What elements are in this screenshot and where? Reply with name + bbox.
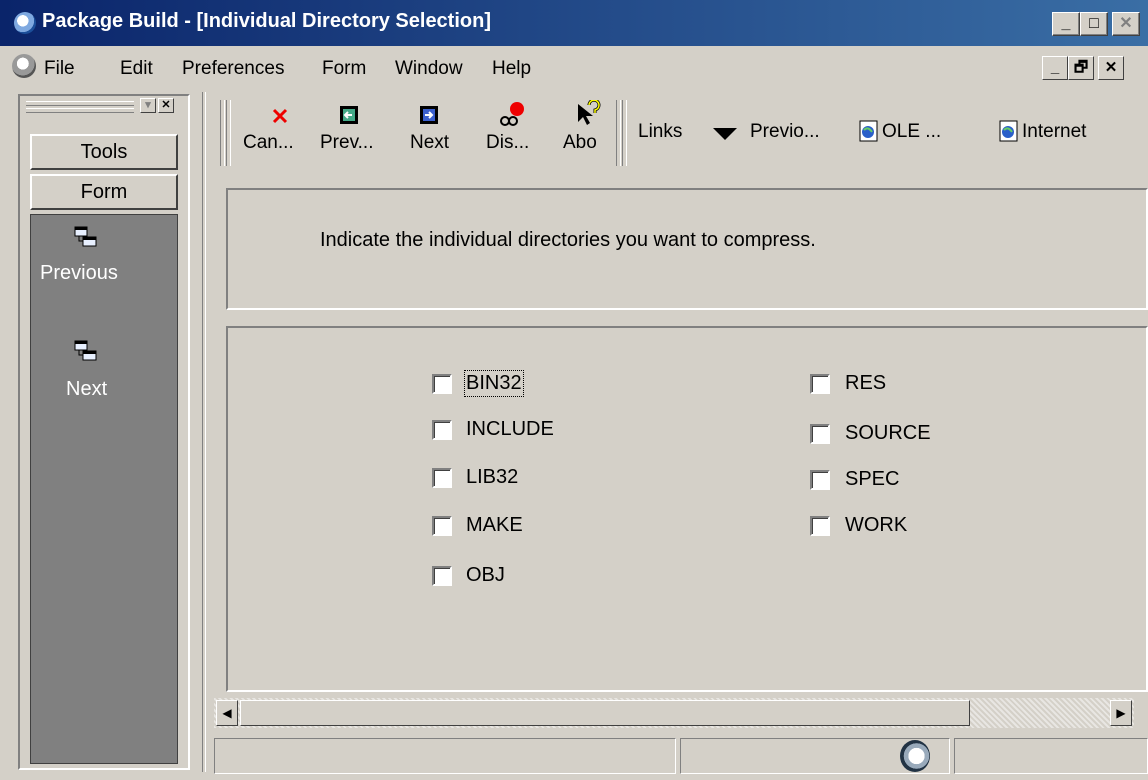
pane-grip-line [26, 108, 134, 113]
dropdown-arrow-icon[interactable] [712, 126, 738, 148]
pane-close-button[interactable]: ✕ [158, 98, 174, 113]
previous-arrow-icon [338, 104, 360, 126]
checkbox-make[interactable] [432, 516, 452, 536]
window-title: Package Build - [Individual Directory Se… [42, 10, 491, 32]
directory-selection-panel [226, 326, 1148, 692]
mdi-restore-button[interactable]: 🗗 [1068, 56, 1094, 80]
checkbox-label-spec[interactable]: SPEC [845, 468, 899, 491]
form-exit-list [30, 214, 178, 764]
next-button[interactable]: Next [410, 132, 449, 154]
checkbox-obj[interactable] [432, 566, 452, 586]
maximize-button[interactable]: □ [1080, 12, 1108, 36]
mdi-minimize-button[interactable]: _ [1042, 56, 1068, 80]
checkbox-label-make[interactable]: MAKE [466, 514, 523, 537]
checkbox-include[interactable] [432, 420, 452, 440]
previous-button[interactable]: Prev... [320, 132, 374, 154]
close-button[interactable]: ✕ [1112, 12, 1140, 36]
menu-edit[interactable]: Edit [120, 58, 153, 80]
next-exit-label[interactable]: Next [66, 378, 107, 401]
checkbox-label-lib32[interactable]: LIB32 [466, 466, 518, 489]
internet-document-icon[interactable] [998, 120, 1020, 142]
next-arrow-icon [418, 104, 440, 126]
next-form-icon[interactable] [74, 340, 98, 368]
display-errors-button[interactable]: Dis... [486, 132, 529, 154]
status-extra-cell [954, 738, 1148, 774]
tools-section-button[interactable]: Tools [30, 134, 178, 170]
links-label: Links [638, 121, 683, 142]
minimize-button[interactable]: _ [1052, 12, 1080, 36]
toolbar-grip-line [226, 100, 231, 166]
display-errors-icon [498, 100, 526, 128]
menu-preferences[interactable]: Preferences [182, 58, 284, 80]
toolbar-grip[interactable] [220, 100, 225, 166]
checkbox-label-bin32[interactable]: BIN32 [464, 370, 524, 397]
checkbox-bin32[interactable] [432, 374, 452, 394]
document-globe-icon[interactable] [12, 54, 36, 78]
checkbox-spec[interactable] [810, 470, 830, 490]
menu-help[interactable]: Help [492, 58, 531, 80]
cancel-button[interactable]: Can... [243, 132, 294, 154]
checkbox-label-source[interactable]: SOURCE [845, 422, 931, 445]
toolbar-separator [616, 100, 621, 166]
scroll-right-button[interactable]: ▶ [1110, 700, 1132, 726]
previous-form-icon[interactable] [74, 226, 98, 254]
checkbox-source[interactable] [810, 424, 830, 444]
previous-link[interactable]: Previo... [750, 121, 820, 143]
checkbox-res[interactable] [810, 374, 830, 394]
pane-grip[interactable] [26, 101, 134, 106]
mdi-close-button[interactable]: ✕ [1098, 56, 1124, 80]
pane-splitter[interactable] [202, 92, 206, 772]
checkbox-label-work[interactable]: WORK [845, 514, 907, 537]
status-message-cell [214, 738, 676, 774]
scroll-left-button[interactable]: ◀ [216, 700, 238, 726]
menu-file[interactable]: File [44, 58, 75, 80]
ole-document-icon[interactable] [858, 120, 880, 142]
checkbox-lib32[interactable] [432, 468, 452, 488]
pane-collapse-button[interactable]: ▾ [140, 98, 156, 113]
checkbox-label-res[interactable]: RES [845, 372, 886, 395]
toolbar-separator-line [622, 100, 627, 166]
instruction-text: Indicate the individual directories you … [320, 229, 816, 251]
app-globe-icon[interactable] [14, 12, 36, 34]
status-globe-icon [900, 740, 930, 772]
previous-exit-label[interactable]: Previous [40, 262, 118, 285]
checkbox-label-include[interactable]: INCLUDE [466, 418, 554, 441]
ole-link[interactable]: OLE ... [882, 121, 941, 143]
checkbox-label-obj[interactable]: OBJ [466, 564, 505, 587]
about-button[interactable]: Abo [563, 132, 597, 154]
internet-link[interactable]: Internet [1022, 121, 1086, 143]
cancel-x-icon [270, 106, 290, 126]
menu-form[interactable]: Form [322, 58, 366, 80]
about-help-icon [574, 98, 602, 128]
menu-window[interactable]: Window [395, 58, 463, 80]
checkbox-work[interactable] [810, 516, 830, 536]
form-section-button[interactable]: Form [30, 174, 178, 210]
scrollbar-thumb[interactable] [240, 700, 970, 726]
